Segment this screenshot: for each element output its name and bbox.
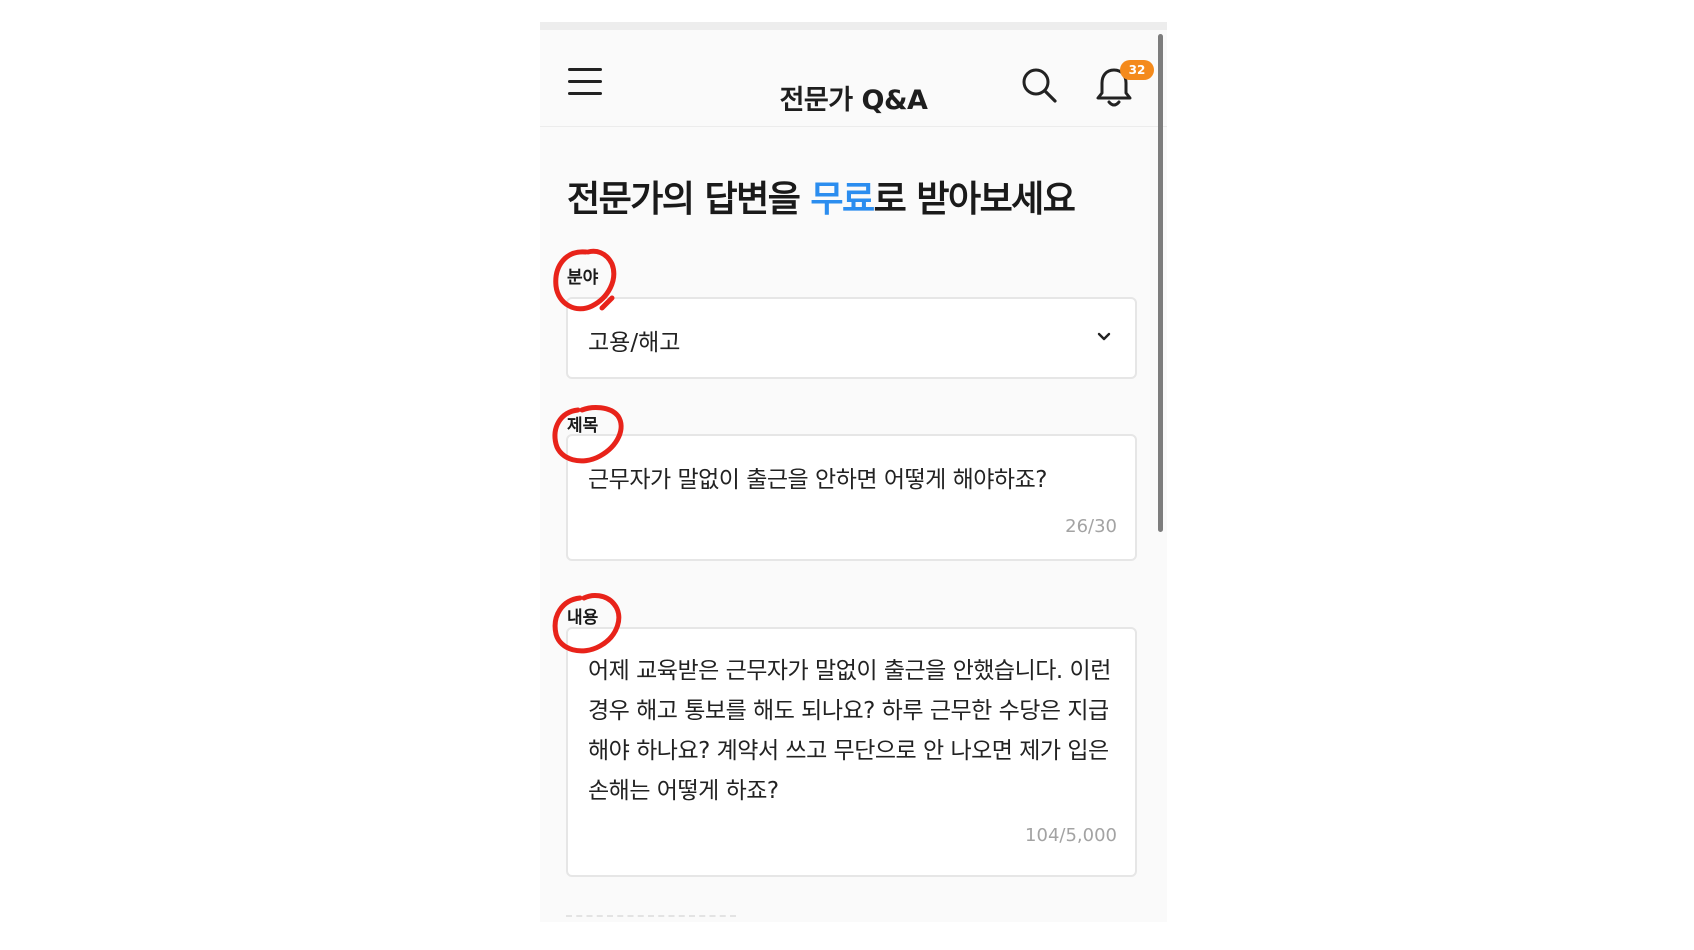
title-label: 제목	[567, 416, 599, 436]
category-label: 분야	[567, 268, 599, 288]
notification-badge: 32	[1120, 60, 1154, 80]
chevron-down-icon	[1097, 332, 1111, 341]
category-select[interactable]: 고용/해고	[566, 297, 1137, 379]
headline: 전문가의 답변을 무료로 받아보세요	[567, 170, 1076, 222]
title-value: 근무자가 말없이 출근을 안하면 어떻게 해야하죠?	[588, 467, 1047, 493]
content-label: 내용	[567, 608, 599, 628]
search-icon[interactable]	[1020, 66, 1058, 104]
divider	[566, 915, 736, 917]
status-divider	[540, 22, 1167, 30]
content-value: 어제 교육받은 근무자가 말없이 출근을 안했습니다. 이런 경우 해고 통보를…	[588, 658, 1111, 804]
page-title: 전문가 Q&A	[779, 85, 928, 116]
headline-part-2: 로 받아보세요	[873, 179, 1076, 220]
phone-screen: 전문가 Q&A 32 전문가의 답변을 무료로 받아보세요 분야 고용/해고 제…	[540, 22, 1167, 922]
notification-button[interactable]: 32	[1096, 60, 1156, 110]
scrollbar[interactable]	[1158, 34, 1163, 532]
headline-part-1: 전문가의 답변을	[567, 179, 811, 220]
headline-accent: 무료	[810, 179, 875, 220]
title-input[interactable]: 근무자가 말없이 출근을 안하면 어떻게 해야하죠? 26/30	[566, 434, 1137, 561]
title-char-counter: 26/30	[1065, 516, 1117, 537]
content-textarea[interactable]: 어제 교육받은 근무자가 말없이 출근을 안했습니다. 이런 경우 해고 통보를…	[566, 627, 1137, 877]
category-value: 고용/해고	[588, 330, 681, 356]
content-char-counter: 104/5,000	[1025, 825, 1117, 846]
app-bar: 전문가 Q&A 32	[540, 30, 1167, 127]
